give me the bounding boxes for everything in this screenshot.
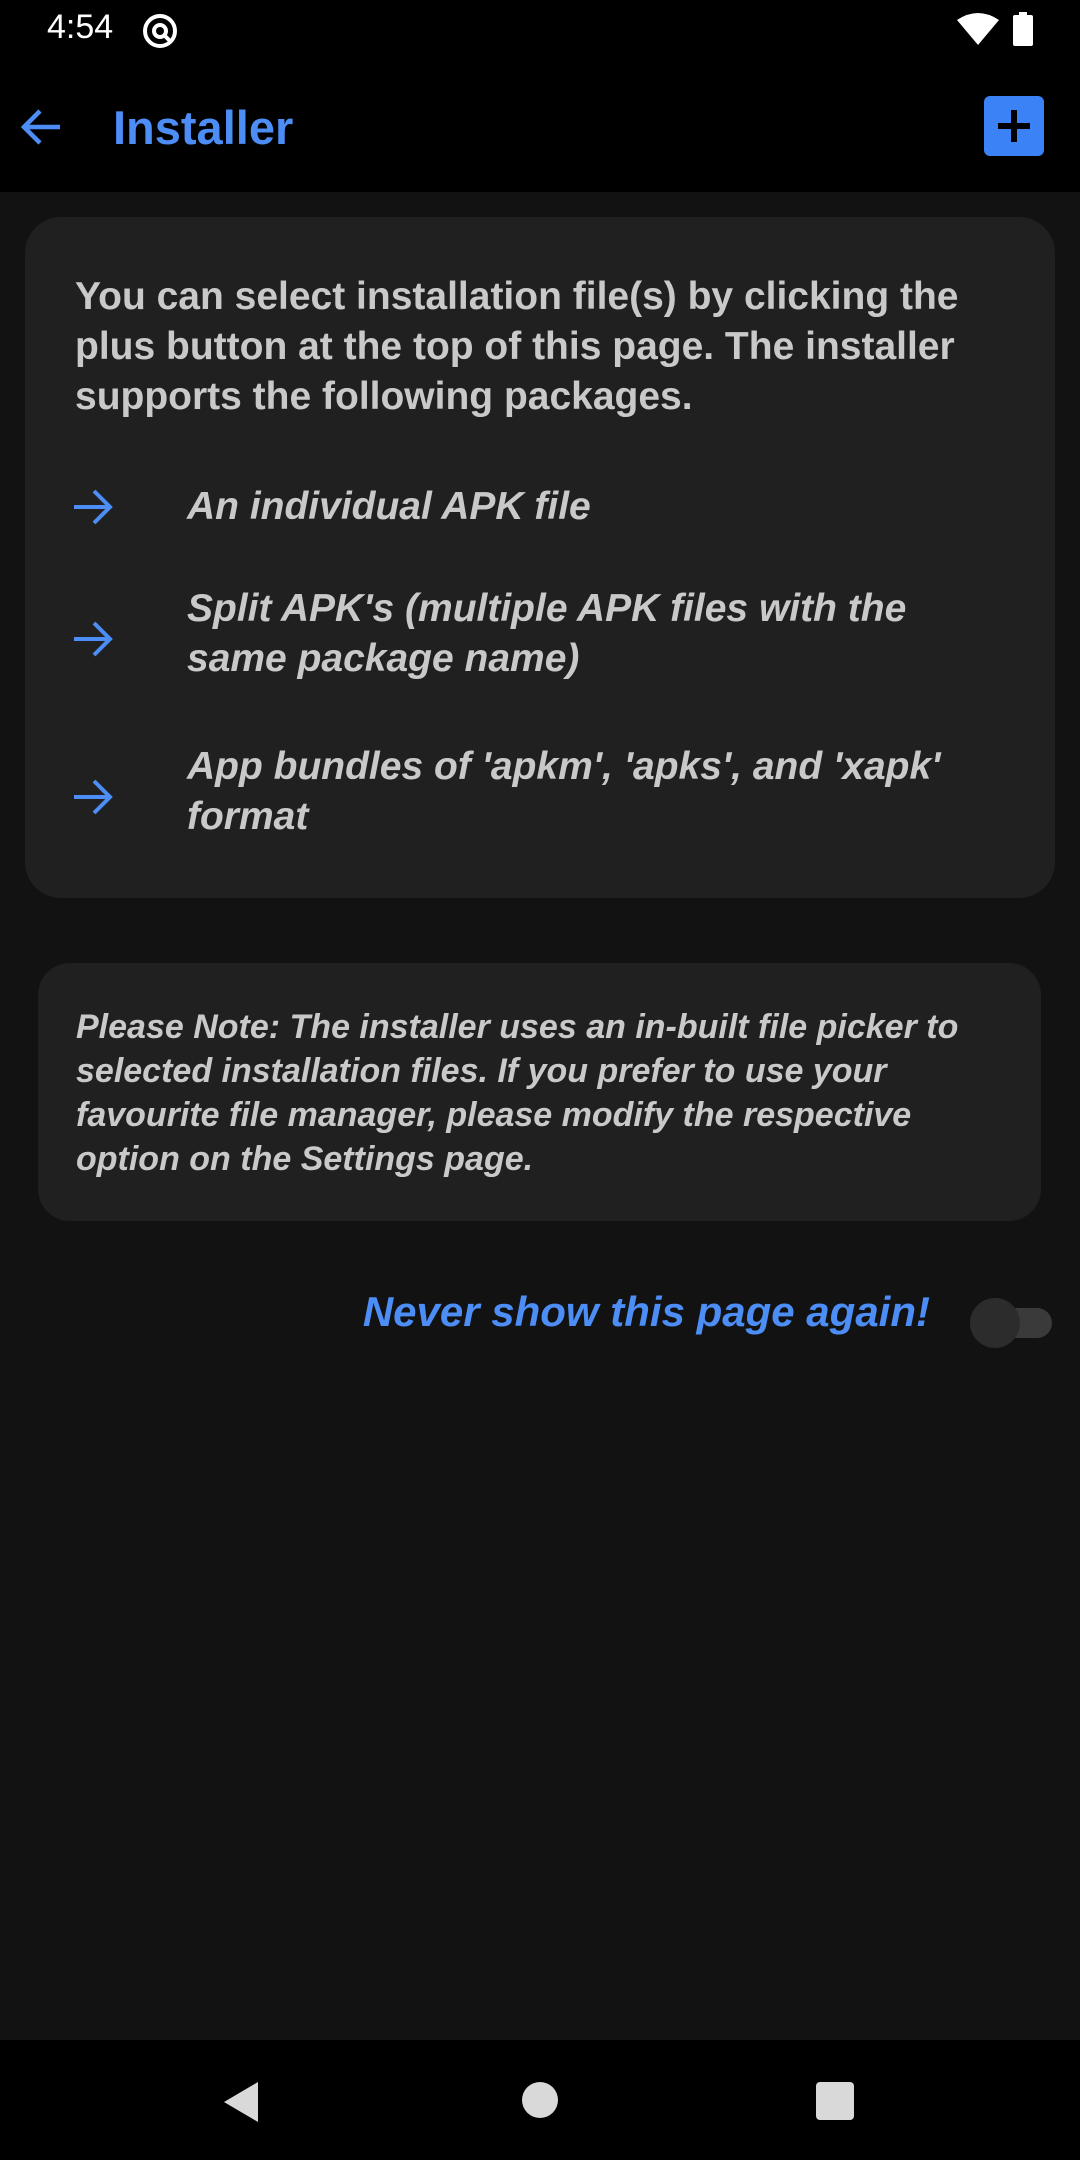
status-bar: 4:54 xyxy=(0,0,1080,60)
app-bar: Installer xyxy=(0,60,1080,192)
arrow-right-icon xyxy=(74,621,113,657)
arrow-right-icon xyxy=(74,489,113,525)
add-file-button[interactable] xyxy=(984,96,1044,156)
package-type-label: An individual APK file xyxy=(187,485,591,528)
toggle-thumb xyxy=(970,1298,1020,1348)
arrow-left-icon[interactable] xyxy=(20,105,64,149)
system-navigation-bar xyxy=(0,2040,1080,2160)
package-type-label: App bundles of 'apkm', 'apks', and 'xapk… xyxy=(187,745,941,838)
arrow-right-icon xyxy=(74,779,113,815)
package-type-label: Split APK's (multiple APK files with the… xyxy=(187,587,907,680)
never-show-toggle[interactable] xyxy=(970,1296,1052,1348)
plus-icon xyxy=(998,110,1030,142)
page-title: Installer xyxy=(113,101,294,154)
installer-screen: 4:54 Installer You can select installati… xyxy=(0,0,1080,2160)
nav-back-icon[interactable] xyxy=(220,2080,262,2124)
nav-home-icon[interactable] xyxy=(522,2082,558,2118)
never-show-label: Never show this page again! xyxy=(362,1288,930,1335)
nav-recents-icon[interactable] xyxy=(816,2082,854,2120)
wifi-icon xyxy=(957,13,999,45)
intro-text: You can select installation file(s) by c… xyxy=(75,275,959,418)
note-card: Please Note: The installer uses an in-bu… xyxy=(38,963,1041,1221)
status-time: 4:54 xyxy=(47,8,114,46)
battery-icon xyxy=(1013,12,1033,46)
supported-packages-card: You can select installation file(s) by c… xyxy=(25,217,1055,898)
at-sign-icon xyxy=(143,14,177,48)
note-text: Please Note: The installer uses an in-bu… xyxy=(76,1008,959,1178)
